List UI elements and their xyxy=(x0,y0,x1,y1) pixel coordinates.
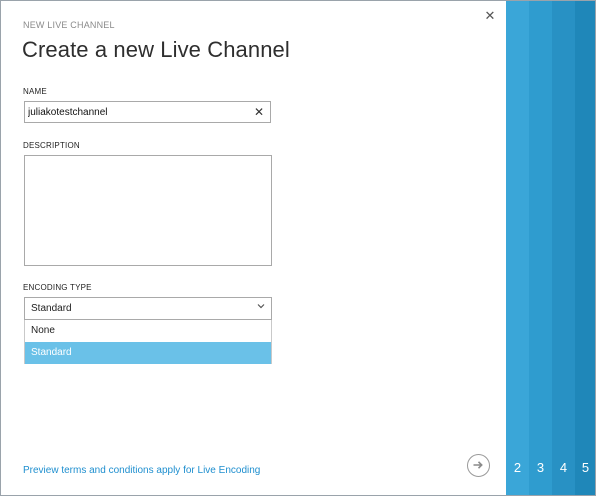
dialog-window: NEW LIVE CHANNEL Create a new Live Chann… xyxy=(0,0,596,496)
wizard-steps: 2 3 4 5 xyxy=(506,1,595,495)
encoding-type-label: ENCODING TYPE xyxy=(23,283,92,292)
encoding-option-none[interactable]: None xyxy=(25,320,271,342)
close-icon[interactable]: ✕ xyxy=(482,8,498,24)
step-5[interactable]: 5 xyxy=(575,1,595,495)
encoding-selected-value: Standard xyxy=(31,303,72,314)
step-4[interactable]: 4 xyxy=(552,1,575,495)
arrow-right-circle-icon xyxy=(473,461,483,469)
page-title: Create a new Live Channel xyxy=(22,37,290,62)
chevron-down-icon xyxy=(257,302,265,312)
encoding-option-standard[interactable]: Standard xyxy=(25,342,271,364)
step-3[interactable]: 3 xyxy=(529,1,552,495)
step-2-label: 2 xyxy=(513,460,522,475)
step-2[interactable]: 2 xyxy=(506,1,529,495)
step-3-label: 3 xyxy=(536,460,545,475)
preview-terms-link[interactable]: Preview terms and conditions apply for L… xyxy=(23,465,260,476)
dialog-panel: NEW LIVE CHANNEL Create a new Live Chann… xyxy=(1,1,506,495)
next-button[interactable] xyxy=(467,454,490,477)
clear-icon[interactable]: ✕ xyxy=(254,105,264,119)
description-field[interactable] xyxy=(24,155,272,266)
name-field[interactable]: ✕ xyxy=(24,101,271,123)
name-label: NAME xyxy=(23,87,47,96)
encoding-options-list: None Standard xyxy=(24,320,272,364)
description-label: DESCRIPTION xyxy=(23,141,80,150)
name-input[interactable] xyxy=(28,104,243,120)
step-4-label: 4 xyxy=(559,460,568,475)
encoding-type-select[interactable]: Standard xyxy=(24,297,272,320)
step-5-label: 5 xyxy=(581,460,590,475)
dialog-eyebrow: NEW LIVE CHANNEL xyxy=(23,20,115,30)
